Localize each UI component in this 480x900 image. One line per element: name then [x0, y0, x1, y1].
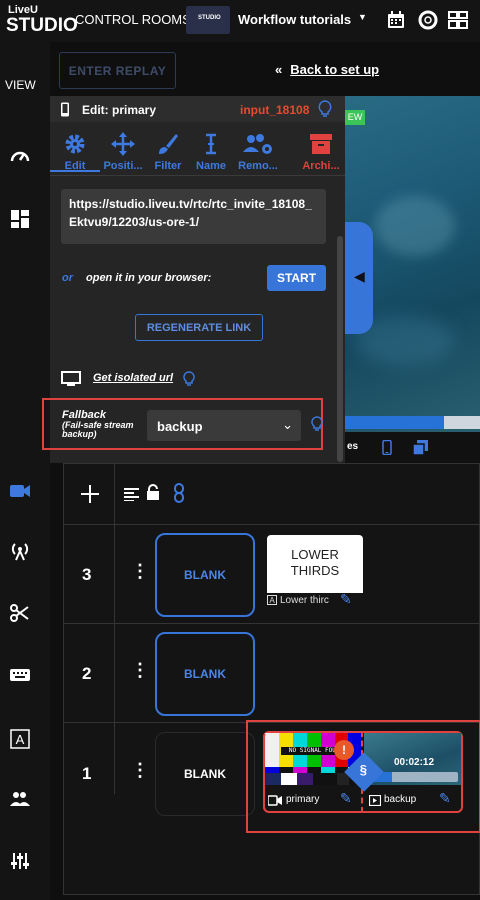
- move-arrows-icon: [111, 132, 135, 156]
- layers-toolbar: [64, 464, 480, 525]
- blank-slot-active[interactable]: BLANK: [155, 732, 255, 816]
- blank-slot[interactable]: BLANK: [155, 533, 255, 617]
- dashboard-gauge-icon[interactable]: [9, 146, 31, 168]
- add-layer-icon[interactable]: [80, 484, 100, 504]
- tool-edit[interactable]: Edit: [50, 128, 100, 172]
- calendar-icon[interactable]: [386, 10, 406, 30]
- fallback-select[interactable]: backup ⌄: [147, 410, 301, 441]
- primary-label: primary: [286, 794, 320, 805]
- open-in-browser-label: open it in your browser:: [86, 272, 212, 284]
- input-id: input_18108: [240, 103, 310, 117]
- copy-icon[interactable]: [413, 440, 428, 455]
- lower-thirds-thumbnail[interactable]: LOWER THIRDS: [267, 535, 363, 593]
- camera-inputs-icon[interactable]: [9, 480, 31, 502]
- media-file-icon: [369, 795, 381, 806]
- kebab-menu-icon[interactable]: ⋮: [131, 561, 149, 582]
- paintbrush-icon: [159, 134, 178, 154]
- layout-icon[interactable]: [9, 208, 31, 230]
- layer-number: 2: [82, 664, 92, 683]
- lightbulb-icon[interactable]: [183, 371, 195, 387]
- scissors-clips-icon[interactable]: [9, 602, 31, 624]
- nav-view-label: VIEW: [5, 78, 36, 92]
- users-gear-icon[interactable]: [9, 788, 31, 810]
- caret-left-icon: ◀: [354, 268, 365, 284]
- tool-name[interactable]: Name: [186, 128, 236, 172]
- double-chevron-left-icon: «: [275, 62, 283, 77]
- link-chain-icon[interactable]: [173, 483, 185, 503]
- layout-grid-icon[interactable]: [448, 10, 468, 30]
- chevron-down-icon[interactable]: ▼: [358, 12, 367, 22]
- edit-panel-header: Edit: primary input_18108: [50, 96, 345, 122]
- left-nav: VIEW A: [0, 42, 50, 900]
- blank-slot[interactable]: BLANK: [155, 632, 255, 716]
- liveu-logo[interactable]: LiveU STUDIO: [6, 4, 78, 38]
- edit-title: Edit: primary: [82, 103, 157, 117]
- control-rooms-link[interactable]: CONTROL ROOMS: [75, 12, 191, 27]
- text-graphics-icon: A: [267, 595, 277, 605]
- tool-remote[interactable]: Remo...: [233, 128, 283, 172]
- regenerate-link-button[interactable]: REGENERATE LINK: [135, 314, 263, 341]
- panel-scrollbar[interactable]: [337, 236, 343, 462]
- divider: [50, 175, 345, 176]
- camera-icon: [268, 795, 282, 806]
- workspace-name[interactable]: Workflow tutorials: [238, 12, 351, 27]
- workspace-thumbnail: STUDIO: [186, 6, 230, 34]
- text-cursor-icon: [206, 133, 216, 155]
- layer-row-3: 3 ⋮ BLANK LOWER THIRDS A Lower thirc ✎: [64, 525, 480, 624]
- tool-archive[interactable]: Archi...: [296, 128, 346, 172]
- preview-progress-fill: [345, 416, 444, 429]
- tool-position[interactable]: Positi...: [98, 128, 148, 172]
- users-gear-icon: [243, 134, 272, 154]
- edit-pencil-icon[interactable]: ✎: [340, 591, 352, 608]
- kebab-menu-icon[interactable]: ⋮: [131, 760, 149, 781]
- edit-pencil-icon[interactable]: ✎: [340, 790, 352, 807]
- layer-number: 3: [82, 565, 92, 584]
- monitor-icon: [61, 371, 81, 386]
- preview-toolbar-label: es: [347, 441, 359, 452]
- preview-toolbar: es: [345, 432, 480, 462]
- mobile-device-icon: [61, 102, 69, 117]
- archive-box-icon: [310, 134, 332, 154]
- lightbulb-icon[interactable]: [318, 100, 332, 118]
- enter-replay-button[interactable]: ENTER REPLAY: [59, 52, 176, 89]
- invite-url-field[interactable]: https://studio.liveu.tv/rtc/rtc_invite_1…: [61, 189, 326, 244]
- lightbulb-icon[interactable]: [311, 416, 323, 432]
- broadcast-antenna-icon[interactable]: [9, 540, 31, 562]
- fallback-sublabel: (Fail-safe stream backup): [62, 420, 134, 439]
- mixer-sliders-icon[interactable]: [9, 850, 31, 872]
- back-to-setup-link[interactable]: «Back to set up: [275, 62, 379, 77]
- gear-icon: [65, 134, 85, 154]
- collapse-panel-button[interactable]: ◀: [345, 222, 373, 334]
- start-button[interactable]: START: [267, 265, 326, 291]
- edit-pencil-icon[interactable]: ✎: [439, 790, 451, 807]
- text-graphics-icon[interactable]: A: [9, 728, 31, 750]
- chevron-down-icon: ⌄: [282, 417, 293, 432]
- preview-tag: EW: [345, 110, 365, 125]
- link-chain-icon: §: [359, 761, 367, 777]
- align-left-icon[interactable]: [124, 487, 139, 501]
- svg-text:A: A: [16, 732, 25, 747]
- get-isolated-url-link[interactable]: Get isolated url: [93, 372, 173, 384]
- or-label: or: [62, 272, 73, 284]
- layer-row-2: 2 ⋮ BLANK: [64, 624, 480, 723]
- help-lifebuoy-icon[interactable]: [418, 10, 438, 30]
- top-bar: LiveU STUDIO CONTROL ROOMS STUDIO Workfl…: [0, 0, 480, 42]
- backup-timecode: 00:02:12: [394, 757, 435, 768]
- unlock-icon[interactable]: [146, 484, 160, 501]
- edit-panel: Edit: primary input_18108 Edit Positi...…: [42, 96, 346, 463]
- logo-bottom: STUDIO: [6, 15, 78, 36]
- kebab-menu-icon[interactable]: ⋮: [131, 660, 149, 681]
- layer-number: 1: [82, 764, 92, 783]
- mobile-icon[interactable]: [382, 440, 392, 455]
- backup-label: backup: [384, 794, 417, 805]
- keyboard-icon[interactable]: [9, 664, 31, 686]
